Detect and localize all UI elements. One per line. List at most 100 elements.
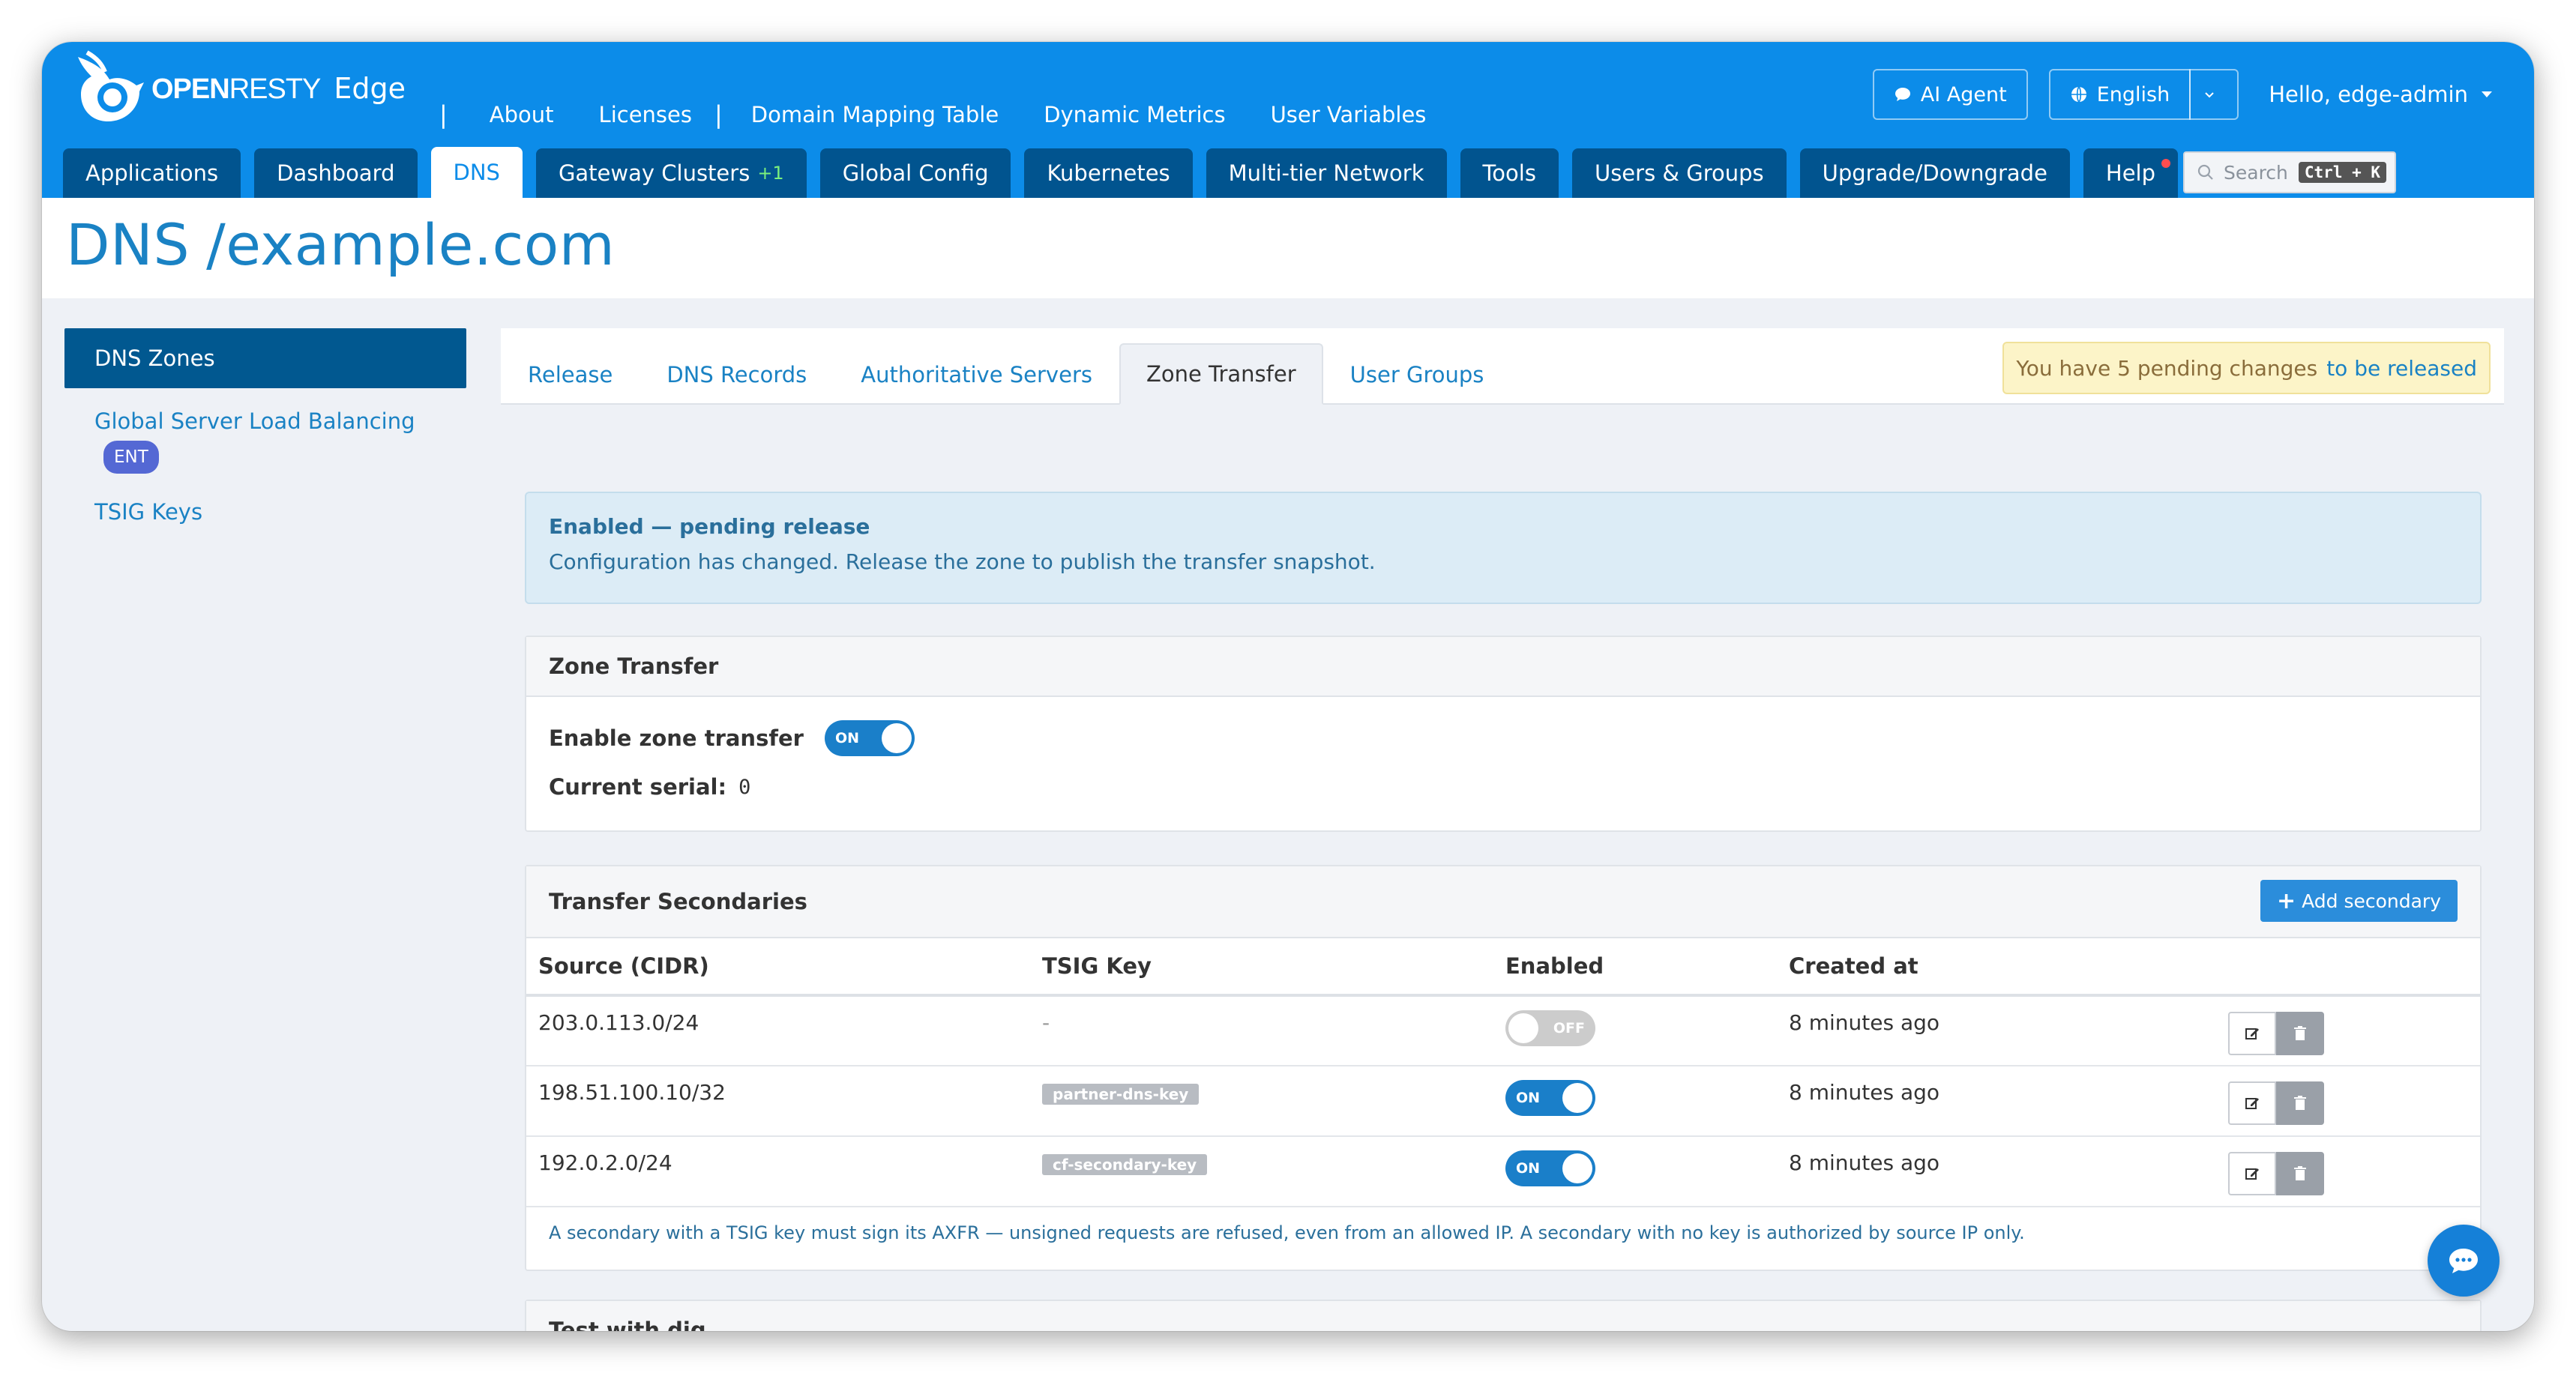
tab-global-config[interactable]: Global Config — [819, 148, 1011, 198]
secondary-enabled-toggle[interactable]: ON — [1505, 1150, 1595, 1186]
alert-title: Enabled — pending release — [549, 514, 870, 539]
openresty-bird-icon — [78, 50, 144, 121]
status-alert: Enabled — pending release Configuration … — [525, 492, 2482, 604]
edit-icon — [2245, 1098, 2259, 1109]
current-serial-row: Current serial: 0 — [526, 772, 2480, 802]
tab-label: Help — [2105, 160, 2156, 186]
subtab-release[interactable]: Release — [501, 343, 640, 405]
user-menu[interactable]: Hello, edge-admin — [2269, 82, 2492, 107]
chat-support-button[interactable] — [2428, 1225, 2500, 1297]
nav-separator: | — [439, 100, 448, 129]
brand-open-text: OPEN — [151, 73, 230, 105]
enable-zone-transfer-toggle[interactable]: ON — [824, 720, 915, 756]
sidebar-item-label: DNS Zones — [94, 345, 215, 371]
toggle-knob — [1508, 1013, 1538, 1043]
panel-heading-text: Transfer Secondaries — [549, 889, 807, 914]
panel-heading: Zone Transfer — [526, 637, 2480, 697]
tab-tools[interactable]: Tools — [1460, 148, 1559, 198]
nav-about[interactable]: About — [490, 102, 554, 127]
ai-agent-button[interactable]: AI Agent — [1872, 69, 2028, 120]
tab-dashboard[interactable]: Dashboard — [254, 148, 418, 198]
sidebar: DNS Zones Global Server Load Balancing E… — [64, 328, 466, 525]
delete-button[interactable] — [2276, 1152, 2324, 1195]
subtab-zone-transfer[interactable]: Zone Transfer — [1119, 343, 1323, 405]
toggle-state: ON — [834, 730, 859, 746]
tab-gateway-clusters[interactable]: Gateway Clusters +1 — [535, 148, 807, 198]
chat-bubble-icon — [1895, 88, 1910, 101]
alert-message: Configuration has changed. Release the z… — [549, 549, 1376, 574]
tsig-key-tag: partner-dns-key — [1042, 1084, 1200, 1105]
secondary-enabled-toggle[interactable]: OFF — [1505, 1010, 1595, 1046]
col-actions — [2192, 938, 2480, 997]
language-dropdown-toggle[interactable] — [2189, 69, 2239, 120]
pending-changes-link[interactable]: to be released — [2326, 356, 2477, 381]
sub-tabs-bar: Release DNS Records Authoritative Server… — [501, 328, 2504, 405]
toggle-state: ON — [1516, 1160, 1541, 1177]
toggle-knob — [1562, 1083, 1592, 1113]
sidebar-item-gslb[interactable]: Global Server Load Balancing ENT — [64, 406, 466, 474]
page-header: DNS/example.com — [42, 198, 2534, 298]
cell-enabled: ON — [1493, 1066, 1777, 1137]
tab-label: Gateway Clusters — [558, 160, 750, 186]
delete-button[interactable] — [2276, 1081, 2324, 1125]
caret-down-icon — [2482, 91, 2492, 97]
tab-label: Dashboard — [277, 160, 395, 186]
page-title-section: DNS — [66, 211, 190, 278]
transfer-secondaries-panel: Transfer Secondaries + Add secondary Sou… — [525, 865, 2482, 1271]
cell-enabled: ON — [1493, 1136, 1777, 1207]
language-selector: English — [2048, 69, 2239, 120]
nav-licenses[interactable]: Licenses — [599, 102, 692, 127]
current-serial-label: Current serial: — [549, 774, 727, 800]
tab-upgrade-downgrade[interactable]: Upgrade/Downgrade — [1799, 148, 2070, 198]
tab-users-groups[interactable]: Users & Groups — [1571, 148, 1787, 198]
sidebar-item-dns-zones[interactable]: DNS Zones — [64, 328, 466, 388]
tab-label: Users & Groups — [1594, 160, 1764, 186]
top-bar: OPEN RESTY Edge | About Licenses | Domai… — [42, 42, 2534, 198]
tab-applications[interactable]: Applications — [63, 148, 241, 198]
subtab-dns-records[interactable]: DNS Records — [640, 343, 834, 405]
sidebar-item-label: TSIG Keys — [94, 499, 203, 525]
main-tabs: Applications Dashboard DNS Gateway Clust… — [63, 147, 2191, 198]
edit-button[interactable] — [2228, 1012, 2276, 1055]
search-icon — [2197, 164, 2213, 180]
tab-label: Applications — [85, 160, 219, 186]
add-secondary-button[interactable]: + Add secondary — [2260, 880, 2458, 922]
tab-help[interactable]: Help — [2083, 148, 2179, 198]
tab-multi-tier-network[interactable]: Multi-tier Network — [1206, 148, 1447, 198]
delete-button[interactable] — [2276, 1012, 2324, 1055]
tab-kubernetes[interactable]: Kubernetes — [1024, 148, 1193, 198]
nav-dynamic-metrics[interactable]: Dynamic Metrics — [1044, 102, 1225, 127]
nav-domain-mapping-table[interactable]: Domain Mapping Table — [751, 102, 999, 127]
table-row: 192.0.2.0/24 cf-secondary-key ON 8 minut… — [526, 1136, 2480, 1207]
nav-separator: | — [714, 100, 723, 129]
brand-logo[interactable]: OPEN RESTY Edge — [64, 43, 406, 133]
edit-button[interactable] — [2228, 1081, 2276, 1125]
table-row: 203.0.113.0/24 - OFF 8 minutes ago — [526, 995, 2480, 1066]
secondary-enabled-toggle[interactable]: ON — [1505, 1080, 1595, 1116]
col-created-at: Created at — [1777, 938, 2192, 997]
subtab-user-groups[interactable]: User Groups — [1323, 343, 1511, 405]
edit-button[interactable] — [2228, 1152, 2276, 1195]
search-input[interactable]: Search Ctrl + K — [2183, 151, 2396, 193]
enable-zone-transfer-row: Enable zone transfer ON — [526, 697, 2480, 772]
language-button[interactable]: English — [2048, 69, 2191, 120]
top-nav: | About Licenses | Domain Mapping Table … — [394, 96, 1426, 133]
pending-changes-text: You have 5 pending changes — [2016, 355, 2318, 381]
edit-icon — [2245, 1168, 2259, 1180]
add-secondary-label: Add secondary — [2302, 890, 2441, 912]
subtab-authoritative-servers[interactable]: Authoritative Servers — [834, 343, 1119, 405]
language-label: English — [2096, 82, 2170, 106]
cell-tsig-key: partner-dns-key — [1030, 1066, 1493, 1137]
trash-icon — [2294, 1166, 2306, 1180]
trash-icon — [2294, 1096, 2306, 1110]
tab-label: Kubernetes — [1047, 160, 1170, 186]
cell-created-at: 8 minutes ago — [1777, 1066, 2192, 1137]
nav-user-variables[interactable]: User Variables — [1271, 102, 1427, 127]
sidebar-item-tsig-keys[interactable]: TSIG Keys — [64, 499, 466, 525]
cell-created-at: 8 minutes ago — [1777, 1136, 2192, 1207]
edit-icon — [2245, 1028, 2259, 1039]
tab-dns[interactable]: DNS — [430, 147, 523, 198]
page-title: DNS/example.com — [66, 211, 615, 278]
user-greeting: Hello, edge-admin — [2269, 82, 2468, 107]
sub-tabs: Release DNS Records Authoritative Server… — [501, 343, 1511, 405]
